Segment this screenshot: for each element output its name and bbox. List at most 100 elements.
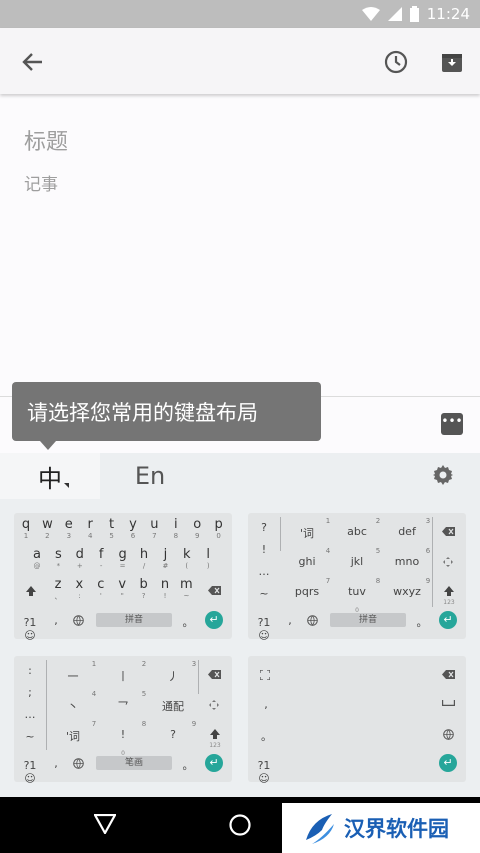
tab-english[interactable]: En [100, 453, 200, 499]
comma-key[interactable]: , [50, 757, 62, 770]
stroke-key-number: 2 [141, 660, 147, 668]
symbol-key[interactable]: ?1☺ [19, 616, 41, 642]
key-q[interactable]: q1 [16, 517, 36, 540]
key-z[interactable]: z、 [48, 577, 68, 602]
enter-key[interactable]: ↵ [205, 611, 223, 629]
t9-key[interactable]: abc [334, 525, 380, 538]
key-label: w [42, 517, 53, 532]
settings-button[interactable] [432, 464, 456, 488]
layout-handwriting[interactable]: , 。 ?1☺ ↵ [248, 656, 466, 785]
key-l[interactable]: l) [198, 547, 218, 570]
key-x[interactable]: x: [69, 577, 89, 600]
layout-stroke[interactable]: :;… ~ 一 1 丨 2 丿 3 丶 4 乛 5 通配 '词 7! 8? 9 123 ?1☺ , 0 笔画 … [14, 656, 232, 785]
key-c[interactable]: c ' [91, 577, 111, 600]
symbol-key[interactable]: ?1☺ [19, 759, 41, 785]
back-button[interactable] [13, 42, 53, 82]
t9-key[interactable]: jkl [334, 555, 380, 568]
period-key[interactable]: 。 [416, 614, 428, 630]
key-hint: 8 [173, 532, 179, 540]
key-a[interactable]: a @ [27, 547, 47, 570]
stroke-punct-key[interactable]: … [22, 708, 38, 721]
key-y[interactable]: y6 [123, 517, 143, 540]
t9-key[interactable]: pqrs [284, 585, 330, 598]
key-o[interactable]: o9 [187, 517, 207, 540]
t9-punct-key[interactable]: ~ [256, 587, 272, 600]
key-f[interactable]: f- [91, 547, 111, 570]
t9-key-number: 5 [375, 547, 381, 555]
stroke-punct-key[interactable]: ~ [22, 730, 38, 743]
stroke-punct-key[interactable]: ; [22, 686, 38, 699]
key-hint: = [119, 562, 126, 570]
key-hint: " [120, 592, 124, 600]
note-title-field[interactable]: 标题 [24, 124, 68, 156]
key-t[interactable]: t5 [102, 517, 122, 540]
home-circle-icon[interactable] [229, 814, 251, 836]
t9-key[interactable]: def [384, 525, 430, 538]
t9-key[interactable]: '词 [284, 525, 330, 541]
space-key[interactable]: 笔画 [96, 756, 172, 770]
t9-key-number: 2 [375, 517, 381, 525]
space-key[interactable]: 拼音 [96, 613, 172, 627]
archive-button[interactable] [432, 42, 472, 82]
key-i[interactable]: i8 [166, 517, 186, 540]
key-j[interactable]: j # [155, 547, 175, 570]
t9-punct-key[interactable]: ! [256, 543, 272, 556]
stroke-key[interactable]: 丨 [100, 668, 146, 684]
symbol-key[interactable]: ?1☺ [253, 759, 275, 785]
reminder-button[interactable] [376, 42, 416, 82]
comma-key[interactable]: , [50, 614, 62, 627]
tab-chinese[interactable]: 中 [0, 453, 100, 499]
column-divider [280, 517, 281, 551]
key-m[interactable]: m ~ [176, 577, 196, 600]
key-p[interactable]: p0 [209, 517, 229, 540]
period-hint[interactable]: 。 [261, 728, 272, 744]
t9-punct-key[interactable]: … [256, 565, 272, 578]
stroke-key[interactable]: ! [100, 728, 146, 741]
stroke-key[interactable]: '词 [50, 728, 96, 744]
layout-t9[interactable]: ?! … ~ '词 1 abc 2 def 3 ghi 4 jkl 5 mno 6 pqrs 7 tuv 8 wxy… [248, 513, 466, 642]
period-key[interactable]: 。 [182, 614, 194, 630]
stroke-key[interactable]: 一 [50, 668, 96, 684]
key-k[interactable]: k( [177, 547, 197, 570]
layout-qwerty[interactable]: q1w2e3r4t5y6u7i8o9p0 a @ s * d + f - g = h / j # k(l) … [14, 513, 232, 642]
stroke-key[interactable]: 丶 [50, 698, 96, 714]
key-label: c [97, 577, 105, 592]
stroke-key[interactable]: 丿 [150, 668, 196, 684]
t9-key[interactable]: mno [384, 555, 430, 568]
tab-chinese-label: 中 [38, 464, 62, 493]
enter-key[interactable]: ↵ [439, 611, 457, 629]
ime-tab-bar: 中 En [0, 453, 480, 499]
key-g[interactable]: g = [113, 547, 133, 570]
key-v[interactable]: v " [112, 577, 132, 600]
globe-icon [307, 615, 318, 626]
enter-key[interactable]: ↵ [205, 754, 223, 772]
key-s[interactable]: s * [48, 547, 68, 570]
key-w[interactable]: w2 [37, 517, 57, 540]
space-key[interactable]: 拼音 [330, 613, 406, 627]
t9-key[interactable]: wxyz [384, 585, 430, 598]
period-key[interactable]: 。 [182, 757, 194, 773]
note-body-field[interactable]: 记事 [24, 170, 58, 195]
watermark: 汉界软件园 [282, 803, 480, 853]
key-r[interactable]: r4 [80, 517, 100, 540]
key-d[interactable]: d + [70, 547, 90, 570]
enter-icon: ↵ [443, 756, 453, 769]
key-b[interactable]: b? [134, 577, 154, 600]
stroke-key[interactable]: ? [150, 728, 196, 741]
t9-key[interactable]: tuv [334, 585, 380, 598]
enter-key[interactable]: ↵ [439, 754, 457, 772]
comma-key[interactable]: , [284, 614, 296, 627]
comma-hint[interactable]: , [261, 698, 271, 711]
key-e[interactable]: e3 [59, 517, 79, 540]
key-u[interactable]: u7 [144, 517, 164, 540]
key-n[interactable]: n! [155, 577, 175, 600]
more-options-button[interactable]: ••• [441, 413, 463, 435]
back-triangle-icon[interactable] [94, 814, 116, 834]
key-h[interactable]: h / [134, 547, 154, 570]
t9-key[interactable]: ghi [284, 555, 330, 568]
stroke-key[interactable]: 通配 [150, 698, 196, 714]
stroke-key[interactable]: 乛 [100, 698, 146, 714]
t9-punct-key[interactable]: ? [256, 521, 272, 534]
symbol-key[interactable]: ?1☺ [253, 616, 275, 642]
stroke-punct-key[interactable]: : [22, 664, 38, 677]
